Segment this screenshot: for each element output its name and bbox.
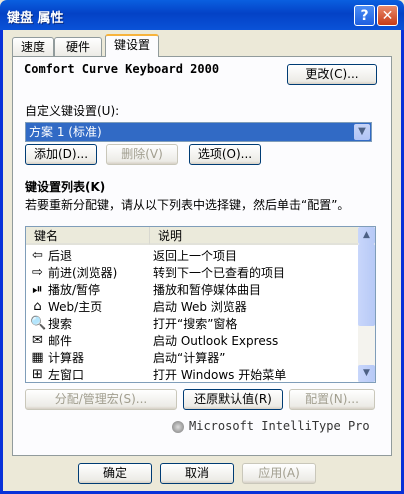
key-list-instruction: 若要重新分配键，请从以下列表中选择键，然后单击“配置”。 (25, 198, 350, 212)
ok-button[interactable]: 确定 (78, 463, 152, 484)
tab-hardware[interactable]: 硬件 (54, 37, 102, 56)
list-item[interactable]: 🔍 搜索 打开“搜索”窗格 (26, 315, 360, 333)
key-description: 打开“搜索”窗格 (153, 317, 238, 331)
calculator-icon: ▦ (31, 350, 44, 365)
list-item[interactable]: ⏯ 播放/暂停 播放和暂停媒体曲目 (26, 281, 360, 299)
key-list-title: 键设置列表(K) (25, 180, 106, 194)
scroll-up-icon[interactable]: ▲ (358, 227, 375, 244)
tab-speed[interactable]: 速度 (12, 37, 54, 56)
key-description: 播放和暂停媒体曲目 (153, 283, 262, 297)
mail-icon: ✉ (32, 333, 43, 348)
list-item[interactable]: ⇨ 前进(浏览器) 转到下一个已查看的项目 (26, 264, 360, 282)
brand-label: Microsoft IntelliType Pro (189, 419, 370, 433)
key-description: 启动 Web 浏览器 (153, 300, 247, 314)
key-name: 前进(浏览器) (48, 266, 118, 280)
key-description: 返回上一个项目 (153, 249, 238, 263)
assign-macro-button[interactable]: 分配/管理宏(S)... (25, 389, 177, 410)
scroll-thumb[interactable] (358, 244, 375, 326)
key-description: 启动 Outlook Express (153, 334, 279, 348)
delete-button[interactable]: 删除(V) (106, 144, 178, 165)
key-name: 计算器 (48, 351, 85, 365)
column-header-description[interactable]: 说明 (150, 227, 360, 245)
close-button[interactable]: ✕ (377, 5, 398, 26)
restore-defaults-button[interactable]: 还原默认值(R) (183, 389, 283, 410)
key-name: 播放/暂停 (48, 283, 101, 297)
custom-settings-value: 方案 1 (标准) (29, 125, 102, 139)
configure-button[interactable]: 配置(N)... (289, 389, 375, 410)
window-title: 键盘 属性 (7, 11, 64, 26)
list-item[interactable]: ⌂ Web/主页 启动 Web 浏览器 (26, 298, 360, 316)
windows-logo-icon: ⊞ (32, 367, 43, 382)
key-name: 邮件 (48, 334, 73, 348)
key-name: Web/主页 (48, 300, 103, 314)
search-icon: 🔍 (30, 316, 47, 331)
intellitype-logo-icon (172, 421, 184, 433)
list-item[interactable]: ⇦ 后退 返回上一个项目 (26, 247, 360, 265)
key-name: 后退 (48, 249, 73, 263)
key-list[interactable]: 键名 说明 ⇦ 后退 返回上一个项目 ⇨ 前进(浏览器) 转到下一个已查看的项目 ⏯ 播放/暂… (25, 226, 376, 383)
help-button[interactable]: ? (354, 5, 375, 26)
tab-key-settings[interactable]: 键设置 (105, 34, 159, 57)
key-name: 搜索 (48, 317, 73, 331)
apply-button[interactable]: 应用(A) (242, 463, 316, 484)
custom-settings-label: 自定义键设置(U): (25, 104, 120, 118)
cancel-button[interactable]: 取消 (160, 463, 234, 484)
vertical-scrollbar[interactable]: ▲ ▼ (358, 227, 375, 382)
keyboard-name: Comfort Curve Keyboard 2000 (24, 62, 220, 76)
back-arrow-icon: ⇦ (32, 248, 43, 263)
custom-settings-select[interactable]: 方案 1 (标准) ▼ (25, 122, 372, 142)
column-header-key[interactable]: 键名 (26, 227, 150, 245)
play-pause-icon: ⏯ (32, 282, 43, 297)
add-button[interactable]: 添加(D)... (25, 144, 97, 165)
change-button[interactable]: 更改(C)... (287, 64, 377, 85)
home-icon: ⌂ (33, 299, 42, 314)
title-bar[interactable]: 键盘 属性 ? ✕ (0, 0, 404, 30)
forward-arrow-icon: ⇨ (32, 265, 43, 280)
options-button[interactable]: 选项(O)... (189, 144, 261, 165)
key-description: 转到下一个已查看的项目 (153, 266, 286, 280)
list-item[interactable]: ⊞ 左窗口 打开 Windows 开始菜单 (26, 366, 360, 382)
key-description: 启动“计算器” (153, 351, 226, 365)
key-description: 打开 Windows 开始菜单 (153, 368, 287, 382)
list-item[interactable]: ▦ 计算器 启动“计算器” (26, 349, 360, 367)
list-item[interactable]: ✉ 邮件 启动 Outlook Express (26, 332, 360, 350)
chevron-down-icon[interactable]: ▼ (354, 124, 370, 140)
key-name: 左窗口 (48, 368, 85, 382)
scroll-down-icon[interactable]: ▼ (358, 365, 375, 382)
